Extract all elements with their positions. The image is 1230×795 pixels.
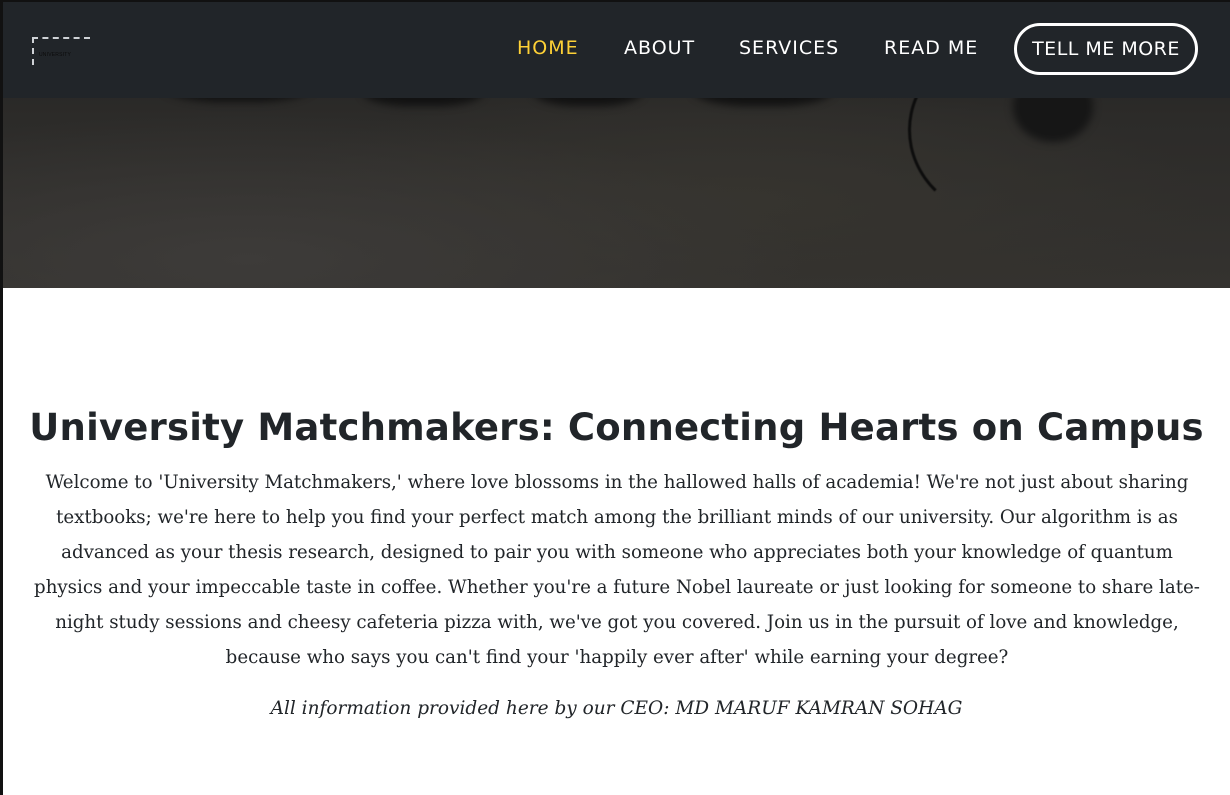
logo[interactable]: UNIVERSITY [32, 37, 92, 67]
nav-read-me[interactable]: READ ME [884, 37, 978, 59]
nav-home[interactable]: HOME [517, 37, 579, 59]
logo-bracket [32, 37, 34, 65]
logo-bracket [32, 37, 90, 39]
page: UNIVERSITY HOME ABOUT SERVICES READ ME T… [0, 0, 1230, 795]
logo-text: UNIVERSITY [39, 52, 72, 58]
ceo-note: All information provided here by our CEO… [270, 698, 963, 719]
about-section: University Matchmakers: Connecting Heart… [3, 288, 1230, 795]
navbar: UNIVERSITY HOME ABOUT SERVICES READ ME T… [3, 2, 1230, 98]
nav-about[interactable]: ABOUT [624, 37, 695, 59]
page-title: University Matchmakers: Connecting Heart… [29, 406, 1204, 449]
tell-me-more-button[interactable]: TELL ME MORE [1014, 23, 1198, 75]
intro-paragraph: Welcome to 'University Matchmakers,' whe… [34, 472, 1200, 668]
nav-services[interactable]: SERVICES [739, 37, 839, 59]
